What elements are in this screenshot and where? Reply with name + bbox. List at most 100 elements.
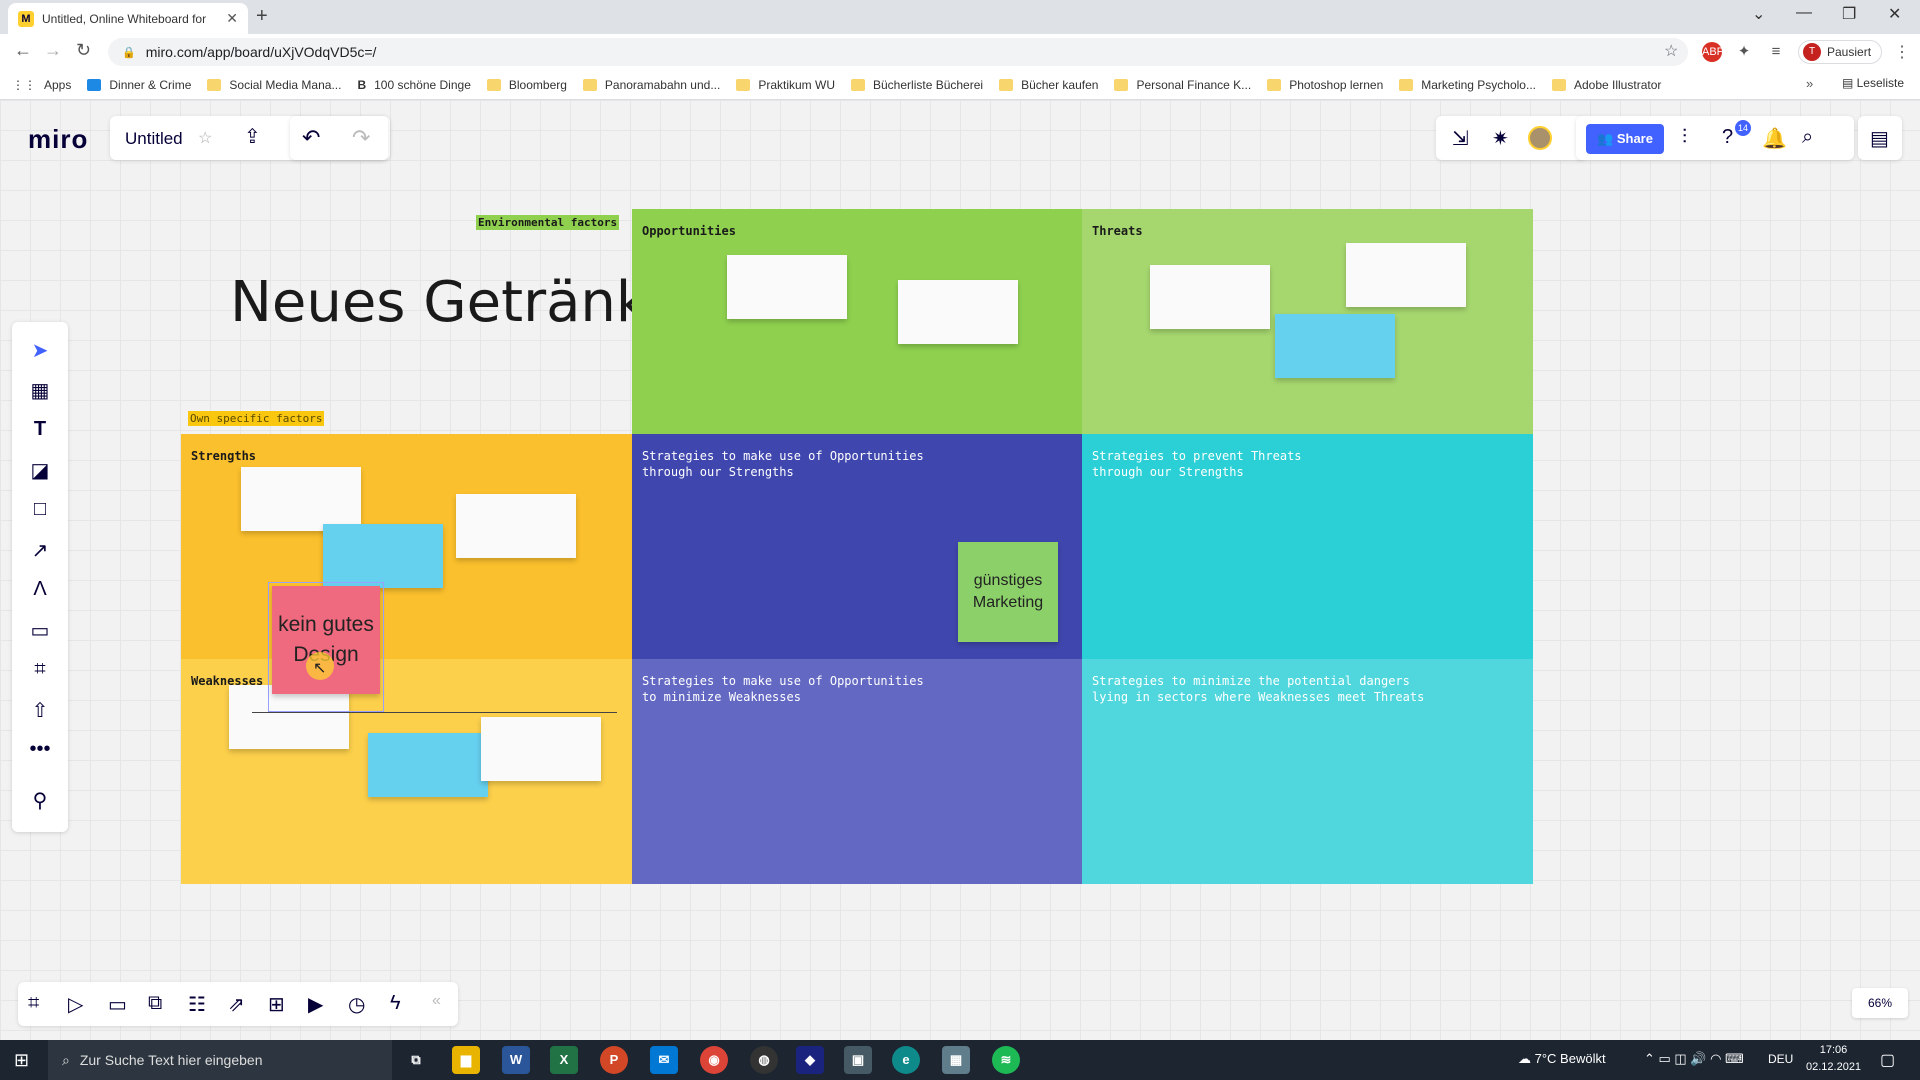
windows-start-icon[interactable]: ⊞: [14, 1050, 29, 1071]
celebrate-icon[interactable]: ✷: [1492, 126, 1509, 151]
environmental-factors-label[interactable]: Environmental factors: [476, 215, 620, 230]
sticky-note-icon[interactable]: ◪: [28, 458, 52, 483]
back-icon[interactable]: ←: [14, 40, 32, 61]
comment-icon[interactable]: ▭: [28, 618, 52, 643]
miro-logo[interactable]: miro: [28, 124, 88, 155]
profile-button[interactable]: T Pausiert: [1798, 40, 1882, 64]
sticky-note[interactable]: [727, 255, 847, 319]
settings-sliders-icon[interactable]: ⫶: [1682, 126, 1687, 149]
edge-icon[interactable]: e: [892, 1046, 920, 1074]
close-tab-icon[interactable]: ✕: [226, 10, 238, 27]
bell-icon[interactable]: 🔔: [1762, 126, 1787, 151]
search-icon[interactable]: ⌕: [1802, 126, 1813, 149]
reading-mode-icon[interactable]: ≡: [1766, 42, 1786, 62]
sticky-note[interactable]: [481, 717, 601, 781]
close-window-button[interactable]: ✕: [1888, 4, 1901, 24]
board-name[interactable]: Untitled: [125, 129, 183, 149]
bookmark-item[interactable]: Bücher kaufen: [999, 78, 1098, 92]
chrome-icon[interactable]: ◉: [700, 1046, 728, 1074]
sticky-note-green[interactable]: günstiges Marketing: [958, 542, 1058, 642]
new-tab-button[interactable]: +: [256, 5, 268, 28]
sticky-note[interactable]: [1275, 314, 1395, 378]
st-strategies-quadrant[interactable]: Strategies to prevent Threats through ou…: [1082, 434, 1533, 659]
mail-icon[interactable]: ✉: [650, 1046, 678, 1074]
templates-icon[interactable]: ▦: [28, 378, 52, 403]
redo-icon[interactable]: ↷: [352, 125, 370, 151]
frame-icon[interactable]: ⌗: [28, 658, 52, 681]
bookmark-item[interactable]: Dinner & Crime: [87, 78, 191, 92]
browser-tab[interactable]: M Untitled, Online Whiteboard for ✕: [8, 3, 248, 34]
upload-image-icon[interactable]: ⊞: [268, 992, 285, 1017]
bookmark-item[interactable]: Marketing Psycholo...: [1399, 78, 1536, 92]
bookmark-item[interactable]: Panoramabahn und...: [582, 78, 720, 92]
weather-widget[interactable]: ☁ 7°C Bewölkt: [1518, 1051, 1606, 1067]
system-tray-icons[interactable]: ⌃ ▭ ◫ 🔊 ◠ ⌨: [1644, 1051, 1744, 1067]
obs-icon[interactable]: ◍: [750, 1046, 778, 1074]
avatar[interactable]: [1528, 126, 1552, 150]
select-tool-icon[interactable]: ➤: [28, 338, 52, 363]
upload-icon[interactable]: ⇧: [28, 698, 52, 723]
pen-icon[interactable]: Λ: [28, 578, 52, 601]
reading-list-button[interactable]: ▤ Leseliste: [1842, 76, 1904, 90]
calculator-icon[interactable]: ▦: [942, 1046, 970, 1074]
wt-strategies-quadrant[interactable]: Strategies to minimize the potential dan…: [1082, 659, 1533, 884]
export-icon[interactable]: ⇪: [244, 124, 261, 149]
minimize-button[interactable]: —: [1796, 4, 1812, 22]
zoom-level[interactable]: 66%: [1852, 988, 1908, 1018]
url-field[interactable]: 🔒 miro.com/app/board/uXjVOdqVD5c=/: [108, 38, 1688, 66]
collapse-icon[interactable]: «: [432, 992, 441, 1010]
bookmark-item[interactable]: Bloomberg: [486, 78, 567, 92]
board-title[interactable]: Neues Getränk: [230, 270, 648, 335]
bookmark-item[interactable]: Social Media Mana...: [207, 78, 341, 92]
taskbar-search-field[interactable]: ⌕ Zur Suche Text hier eingeben: [48, 1040, 392, 1080]
bookmark-item[interactable]: Praktikum WU: [736, 78, 835, 92]
file-explorer-icon[interactable]: ▆: [452, 1046, 480, 1074]
more-tools-icon[interactable]: •••: [28, 738, 52, 761]
screen-share-icon[interactable]: ⧉: [148, 992, 162, 1015]
share-button[interactable]: 👥 Share: [1586, 124, 1664, 154]
sticky-note[interactable]: [898, 280, 1018, 344]
undo-icon[interactable]: ↶: [302, 125, 320, 151]
comments-icon[interactable]: ▭: [108, 992, 127, 1017]
cards-icon[interactable]: ☷: [188, 992, 206, 1017]
notification-icon[interactable]: ▢: [1880, 1050, 1895, 1070]
tab-search-icon[interactable]: ⌄: [1752, 4, 1765, 24]
notes-icon[interactable]: ▤: [1870, 126, 1889, 151]
video-icon[interactable]: ▶: [308, 992, 323, 1017]
export-link-icon[interactable]: ⇗: [228, 992, 245, 1017]
cursor-icon[interactable]: ⇲: [1452, 126, 1469, 151]
bookmark-item[interactable]: Bücherliste Bücherei: [851, 78, 983, 92]
frames-icon[interactable]: ⌗: [28, 992, 39, 1015]
forward-icon[interactable]: →: [44, 40, 62, 61]
own-factors-label[interactable]: Own specific factors: [188, 411, 325, 426]
wo-strategies-quadrant[interactable]: Strategies to make use of Opportunities …: [632, 659, 1082, 884]
powerpoint-icon[interactable]: P: [600, 1046, 628, 1074]
connector-icon[interactable]: ↗: [28, 538, 52, 563]
bookmark-item[interactable]: B 100 schöne Dinge: [357, 78, 470, 92]
bookmark-item[interactable]: Adobe Illustrator: [1551, 78, 1661, 92]
bookmark-star-icon[interactable]: ☆: [1664, 41, 1678, 61]
help-icon[interactable]: ?: [1722, 126, 1733, 149]
bookmark-item[interactable]: Photoshop lernen: [1267, 78, 1383, 92]
app-icon[interactable]: ▣: [844, 1046, 872, 1074]
lightning-icon[interactable]: ϟ: [390, 992, 401, 1015]
extensions-icon[interactable]: ✦: [1734, 42, 1754, 62]
shape-tool-icon[interactable]: □: [28, 498, 52, 521]
adblock-extension-icon[interactable]: ABP: [1702, 42, 1724, 62]
excel-icon[interactable]: X: [550, 1046, 578, 1074]
browser-menu-icon[interactable]: ⋮: [1894, 42, 1910, 62]
app-icon[interactable]: ◆: [796, 1046, 824, 1074]
sticky-note[interactable]: [368, 733, 488, 797]
star-icon[interactable]: ☆: [198, 128, 212, 148]
reload-icon[interactable]: ↻: [76, 40, 91, 61]
task-view-icon[interactable]: ⧉: [402, 1046, 430, 1074]
sticky-note[interactable]: [1150, 265, 1270, 329]
restore-button[interactable]: ❐: [1842, 4, 1856, 24]
bookmark-apps[interactable]: ⋮⋮ Apps: [12, 78, 71, 92]
sticky-note[interactable]: [1346, 243, 1466, 307]
spotify-icon[interactable]: ≋: [992, 1046, 1020, 1074]
word-icon[interactable]: W: [502, 1046, 530, 1074]
presentation-icon[interactable]: ▷: [68, 992, 83, 1017]
sticky-note[interactable]: [323, 524, 443, 588]
sticky-note[interactable]: [241, 467, 361, 531]
